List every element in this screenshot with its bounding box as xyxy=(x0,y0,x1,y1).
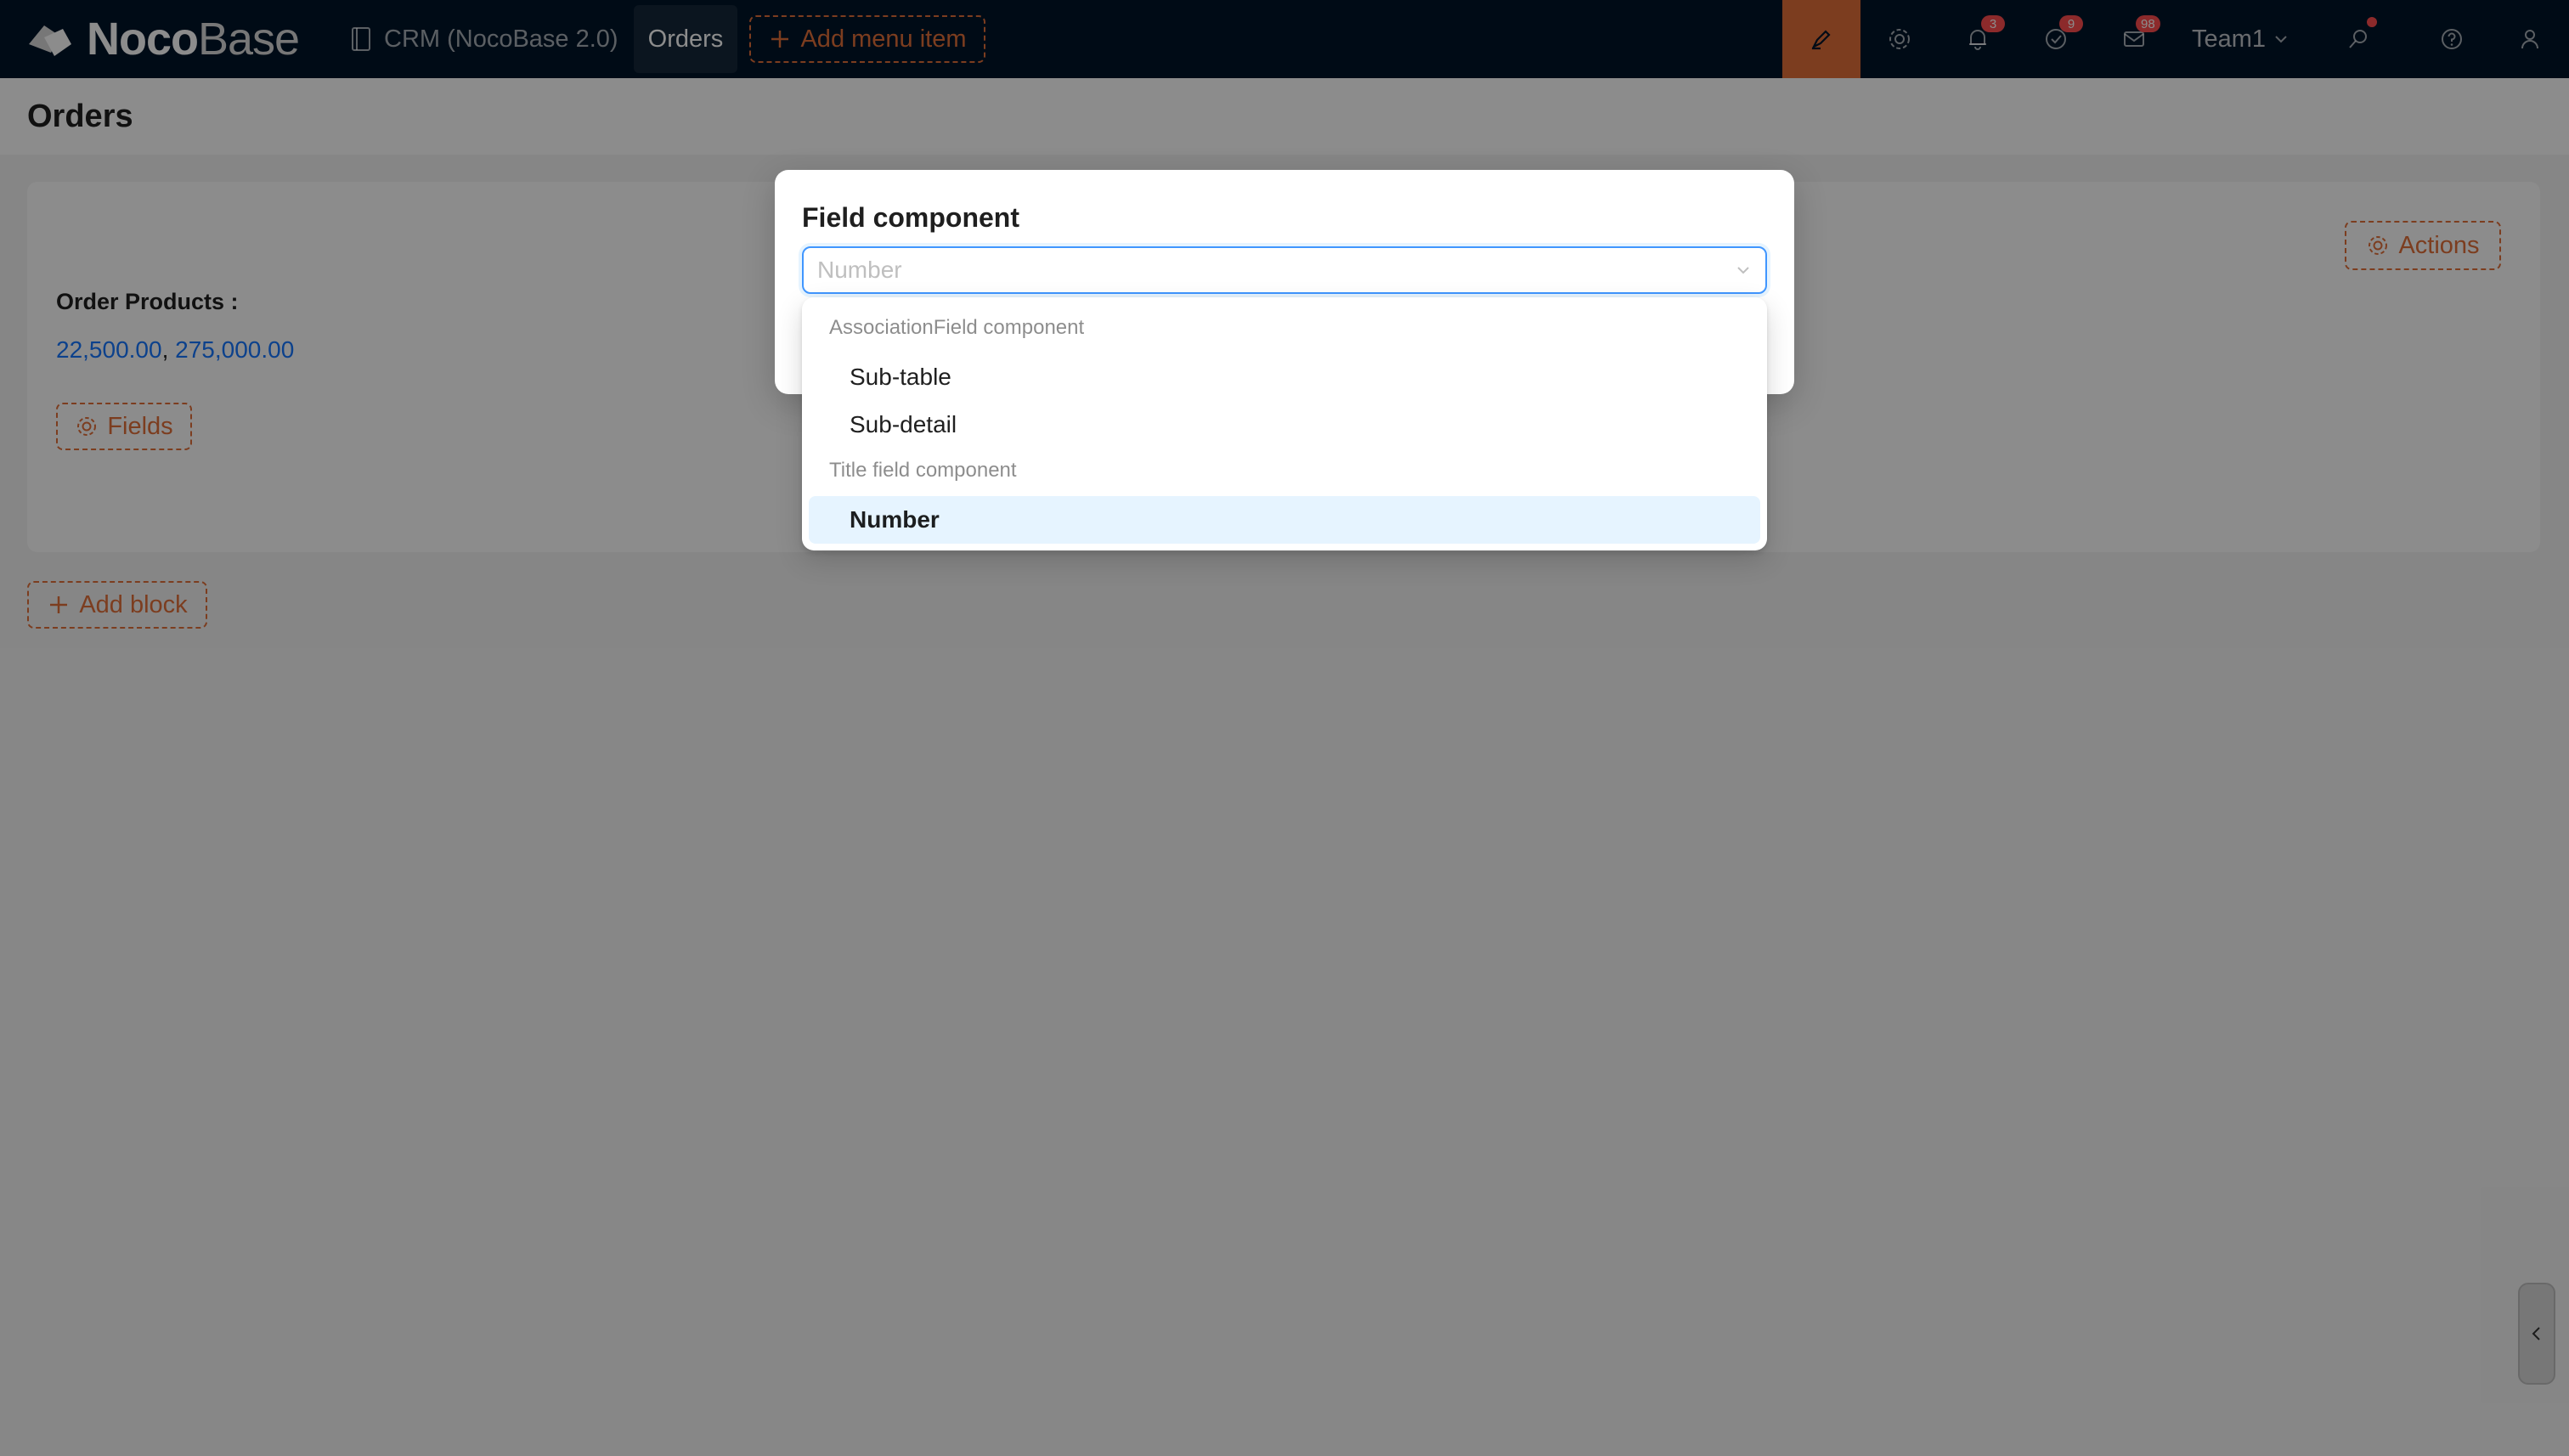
field-component-select[interactable]: Number xyxy=(802,246,1767,294)
option-label: Number xyxy=(850,506,940,533)
chevron-down-icon xyxy=(1737,267,1749,274)
option-group-label: Title field component xyxy=(829,459,1017,482)
option-sub-detail[interactable]: Sub-detail xyxy=(809,401,1760,449)
option-label: Sub-detail xyxy=(850,411,957,437)
option-label: Sub-table xyxy=(850,364,951,390)
field-component-dropdown: AssociationField component Sub-table Sub… xyxy=(802,297,1767,550)
option-group-label: AssociationField component xyxy=(829,316,1085,339)
option-number[interactable]: Number xyxy=(809,496,1760,544)
select-placeholder: Number xyxy=(817,257,902,283)
option-sub-table[interactable]: Sub-table xyxy=(809,353,1760,401)
modal-title: Field component xyxy=(802,202,1019,233)
